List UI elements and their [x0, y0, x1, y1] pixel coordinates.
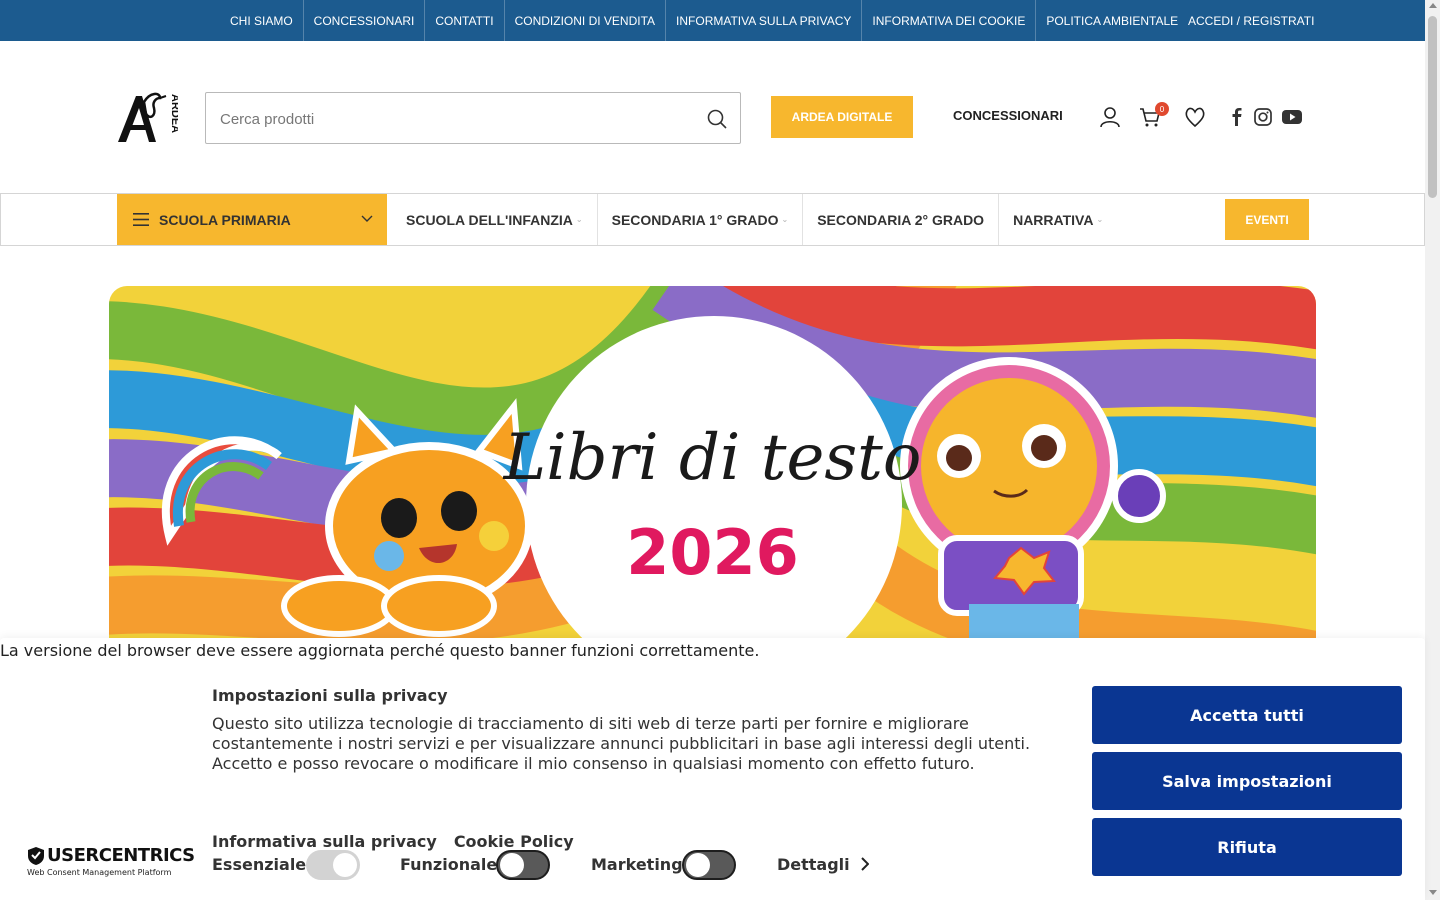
login-register-link[interactable]: ACCEDI / REGISTRATI: [1188, 0, 1314, 41]
search-box: [205, 92, 741, 144]
toggle-label-essenziale: Essenziale: [212, 855, 307, 874]
chevron-down-icon: ⌄: [1096, 215, 1104, 224]
ardea-digitale-button[interactable]: ARDEA DIGITALE: [771, 96, 913, 138]
chevron-down-icon: [361, 215, 373, 222]
toggle-label-funzionale: Funzionale: [400, 855, 498, 874]
top-nav-politica-ambientale[interactable]: POLITICA AMBIENTALE: [1036, 0, 1188, 41]
accept-all-button[interactable]: Accetta tutti: [1092, 686, 1402, 744]
nav-secondaria-1[interactable]: SECONDARIA 1° GRADO ⌄: [598, 194, 804, 245]
top-nav-chi-siamo[interactable]: CHI SIAMO: [220, 0, 304, 41]
toggle-funzionale[interactable]: [496, 850, 550, 880]
reject-button[interactable]: Rifiuta: [1092, 818, 1402, 876]
hero-banner[interactable]: Libri di testo 2026: [109, 286, 1316, 638]
facebook-icon[interactable]: [1226, 107, 1248, 127]
top-nav-contatti[interactable]: CONTATTI: [425, 0, 505, 41]
nav-scuola-infanzia-label: SCUOLA DELL'INFANZIA: [406, 211, 573, 228]
consent-description: Questo sito utilizza tecnologie di tracc…: [212, 714, 1031, 773]
instagram-icon[interactable]: [1252, 107, 1274, 127]
top-nav-cookie[interactable]: INFORMATIVA DEI COOKIE: [862, 0, 1037, 41]
nav-secondaria-1-label: SECONDARIA 1° GRADO: [611, 211, 779, 228]
scroll-down-arrow-icon[interactable]: [1429, 890, 1437, 895]
toggle-marketing[interactable]: [682, 850, 736, 880]
toggle-label-marketing: Marketing: [591, 855, 683, 874]
banner-title: Libri di testo: [503, 421, 922, 495]
user-icon[interactable]: [1098, 105, 1122, 129]
consent-links: Informativa sulla privacy Cookie Policy: [212, 832, 574, 851]
top-nav-privacy[interactable]: INFORMATIVA SULLA PRIVACY: [666, 0, 863, 41]
category-dropdown-button[interactable]: SCUOLA PRIMARIA: [117, 194, 387, 245]
usercentrics-logo: USERCENTRICS Web Consent Management Plat…: [27, 845, 195, 879]
search-input[interactable]: [220, 107, 680, 131]
nav-narrativa[interactable]: NARRATIVA ⌄: [999, 194, 1117, 245]
usercentrics-subtitle: Web Consent Management Platform: [27, 868, 172, 877]
privacy-policy-link[interactable]: Informativa sulla privacy: [212, 832, 437, 851]
toggle-knob: [686, 853, 710, 877]
nav-secondaria-2[interactable]: SECONDARIA 2° GRADO: [803, 194, 1000, 245]
logo-text: ARDEA: [169, 94, 178, 133]
nav-scuola-infanzia[interactable]: SCUOLA DELL'INFANZIA ⌄: [392, 194, 598, 245]
toggle-knob: [333, 853, 357, 877]
main-nav: SCUOLA DELL'INFANZIA ⌄ SECONDARIA 1° GRAD…: [392, 194, 1117, 245]
concessionari-link[interactable]: CONCESSIONARI: [953, 108, 1063, 123]
usercentrics-name: USERCENTRICS: [47, 845, 195, 866]
nav-secondaria-2-label: SECONDARIA 2° GRADO: [817, 211, 985, 228]
toggle-essenziale: [306, 850, 360, 880]
scroll-up-arrow-icon[interactable]: [1429, 3, 1437, 8]
consent-title: Impostazioni sulla privacy: [212, 686, 448, 705]
top-nav-concessionari[interactable]: CONCESSIONARI: [304, 0, 426, 41]
page-scrollbar[interactable]: [1425, 0, 1440, 900]
chevron-down-icon: ⌄: [781, 215, 789, 224]
scrollbar-thumb[interactable]: [1428, 16, 1437, 198]
top-nav: CHI SIAMO CONCESSIONARI CONTATTI CONDIZI…: [220, 0, 1188, 41]
category-label: SCUOLA PRIMARIA: [159, 211, 291, 228]
search-icon[interactable]: [706, 108, 728, 130]
chevron-down-icon: ⌄: [575, 215, 583, 224]
top-bar: CHI SIAMO CONCESSIONARI CONTATTI CONDIZI…: [0, 0, 1425, 41]
save-settings-button[interactable]: Salva impostazioni: [1092, 752, 1402, 810]
banner-year: 2026: [626, 516, 799, 589]
shield-icon: [28, 847, 44, 865]
ardea-logo[interactable]: ARDEA: [116, 90, 181, 144]
nav-narrativa-label: NARRATIVA: [1013, 211, 1094, 228]
toggle-knob: [500, 853, 524, 877]
top-nav-condizioni-vendita[interactable]: CONDIZIONI DI VENDITA: [505, 0, 667, 41]
chevron-right-icon[interactable]: [861, 857, 869, 871]
youtube-icon[interactable]: [1281, 107, 1303, 127]
cookie-consent-banner: La versione del browser deve essere aggi…: [0, 638, 1425, 900]
cookie-policy-link[interactable]: Cookie Policy: [454, 832, 574, 851]
cart-count-badge: 0: [1155, 102, 1169, 116]
hamburger-icon: [133, 213, 149, 226]
eventi-button[interactable]: EVENTI: [1225, 199, 1309, 240]
browser-update-warning: La versione del browser deve essere aggi…: [0, 641, 760, 660]
details-link[interactable]: Dettagli: [777, 855, 850, 874]
wishlist-heart-icon[interactable]: [1183, 105, 1207, 129]
